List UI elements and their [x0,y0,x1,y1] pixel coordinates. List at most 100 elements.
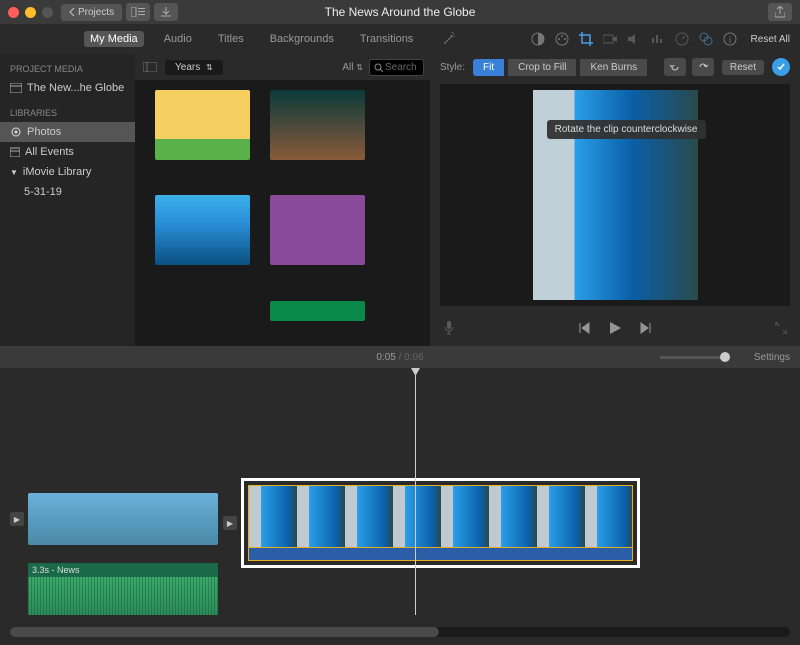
video-clip-waterfall[interactable] [248,485,633,561]
crop-style-row: Style: Fit Crop to Fill Ken Burns Reset [430,54,800,80]
thumbnail-item[interactable] [155,90,250,160]
sidebar-item-imovie-library[interactable]: ▼ iMovie Library [0,162,135,182]
upper-panel: My Media Audio Titles Backgrounds Transi… [0,24,800,346]
color-correction-button[interactable] [553,30,571,48]
rotate-cw-button[interactable] [692,58,714,76]
tab-backgrounds[interactable]: Backgrounds [264,31,340,47]
timeline[interactable]: ▶ ▶ 3.3s - News [0,368,800,643]
reset-crop-button[interactable]: Reset [722,60,764,75]
thumbnail-item[interactable] [155,195,250,265]
sidebar-item-photos[interactable]: Photos [0,122,135,142]
search-icon [374,63,383,72]
thumbnail-item[interactable] [270,195,365,265]
sidebar-item-date[interactable]: 5-31-19 [0,182,135,202]
media-browser: Years ⇅ All ⇅ Search [135,54,430,346]
playhead[interactable] [415,368,416,615]
play-button[interactable] [606,319,624,337]
fullscreen-button[interactable] [772,319,790,337]
selected-clip-outline [241,478,640,568]
sidebar-item-all-events[interactable]: All Events [0,142,135,162]
years-selector[interactable]: Years ⇅ [165,60,223,75]
left-panel: My Media Audio Titles Backgrounds Transi… [0,24,430,346]
tab-audio[interactable]: Audio [158,31,198,47]
thumbnail-item[interactable] [155,301,250,321]
close-window-button[interactable] [8,7,19,18]
stabilization-button[interactable] [601,30,619,48]
noise-reduction-button[interactable] [649,30,667,48]
next-button[interactable] [636,319,654,337]
zoom-handle[interactable] [720,352,730,362]
thumbnail-item[interactable] [270,301,365,321]
fullscreen-window-button[interactable] [42,7,53,18]
share-icon [775,6,785,18]
enhance-button[interactable] [440,30,458,48]
date-label: 5-31-19 [24,186,62,198]
all-filter[interactable]: All ⇅ [342,62,363,73]
preview-viewer[interactable]: Rotate the clip counterclockwise [440,84,790,306]
import-button[interactable] [154,3,178,21]
library-list-button[interactable] [126,3,150,21]
tab-transitions[interactable]: Transitions [354,31,419,47]
scrollbar-thumb[interactable] [10,627,439,637]
volume-button[interactable] [625,30,643,48]
time-total: 0:06 [404,352,423,363]
ken-burns-button[interactable]: Ken Burns [580,59,647,76]
skip-back-icon [579,322,591,334]
search-placeholder: Search [385,62,417,73]
track-handle[interactable]: ▶ [223,516,237,530]
speed-button[interactable] [673,30,691,48]
prev-button[interactable] [576,319,594,337]
crop-to-fill-button[interactable]: Crop to Fill [508,59,576,76]
horizontal-scrollbar[interactable] [10,627,790,637]
sidebar-item-project[interactable]: The New...he Globe [0,78,135,98]
reset-all-button[interactable]: Reset All [751,34,790,45]
import-icon [161,7,171,17]
playback-bar [430,310,800,346]
library-list-icon [131,7,145,17]
color-balance-icon [531,32,545,46]
volume-icon [627,33,641,45]
sidebar-toggle-icon [143,62,157,72]
time-current: 0:05 [376,352,395,363]
tab-my-media[interactable]: My Media [84,31,144,47]
triangle-down-icon: ▼ [10,168,18,177]
tab-titles[interactable]: Titles [212,31,250,47]
microphone-icon [444,321,454,335]
photos-icon [10,127,22,137]
timeline-header: 0:05 / 0:06 Settings [0,346,800,368]
viewer-toolbar: i Reset All [430,24,800,54]
timecode: 0:05 / 0:06 [376,352,423,363]
projects-back-button[interactable]: Projects [61,4,122,21]
equalizer-icon [651,33,665,45]
traffic-lights [8,7,53,18]
fit-button[interactable]: Fit [473,59,504,76]
svg-text:i: i [729,35,731,45]
playback-controls [576,319,654,337]
voiceover-button[interactable] [440,319,458,337]
color-balance-button[interactable] [529,30,547,48]
timeline-settings-button[interactable]: Settings [754,352,790,363]
imovie-library-label: iMovie Library [23,166,91,178]
audio-clip[interactable]: 3.3s - News [28,563,218,615]
check-icon [776,62,786,72]
browser-toolbar: Years ⇅ All ⇅ Search [135,54,430,80]
thumbnail-item[interactable] [270,90,365,160]
search-input[interactable]: Search [369,59,424,76]
share-button[interactable] [768,3,792,21]
rotate-ccw-icon [669,61,681,73]
video-track-1: ▶ [10,493,218,545]
info-button[interactable]: i [721,30,739,48]
zoom-slider[interactable] [660,356,730,359]
track-handle[interactable]: ▶ [10,512,24,526]
project-item-label: The New...he Globe [27,82,124,94]
rotate-ccw-button[interactable] [664,58,686,76]
rotate-cw-icon [697,61,709,73]
apply-crop-button[interactable] [772,58,790,76]
video-clip-map[interactable] [28,493,218,545]
clip-filter-button[interactable] [697,30,715,48]
sidebar-toggle-button[interactable] [141,58,159,76]
sidebar: PROJECT MEDIA The New...he Globe LIBRARI… [0,54,135,346]
play-icon [608,321,622,335]
minimize-window-button[interactable] [25,7,36,18]
crop-button[interactable] [577,30,595,48]
